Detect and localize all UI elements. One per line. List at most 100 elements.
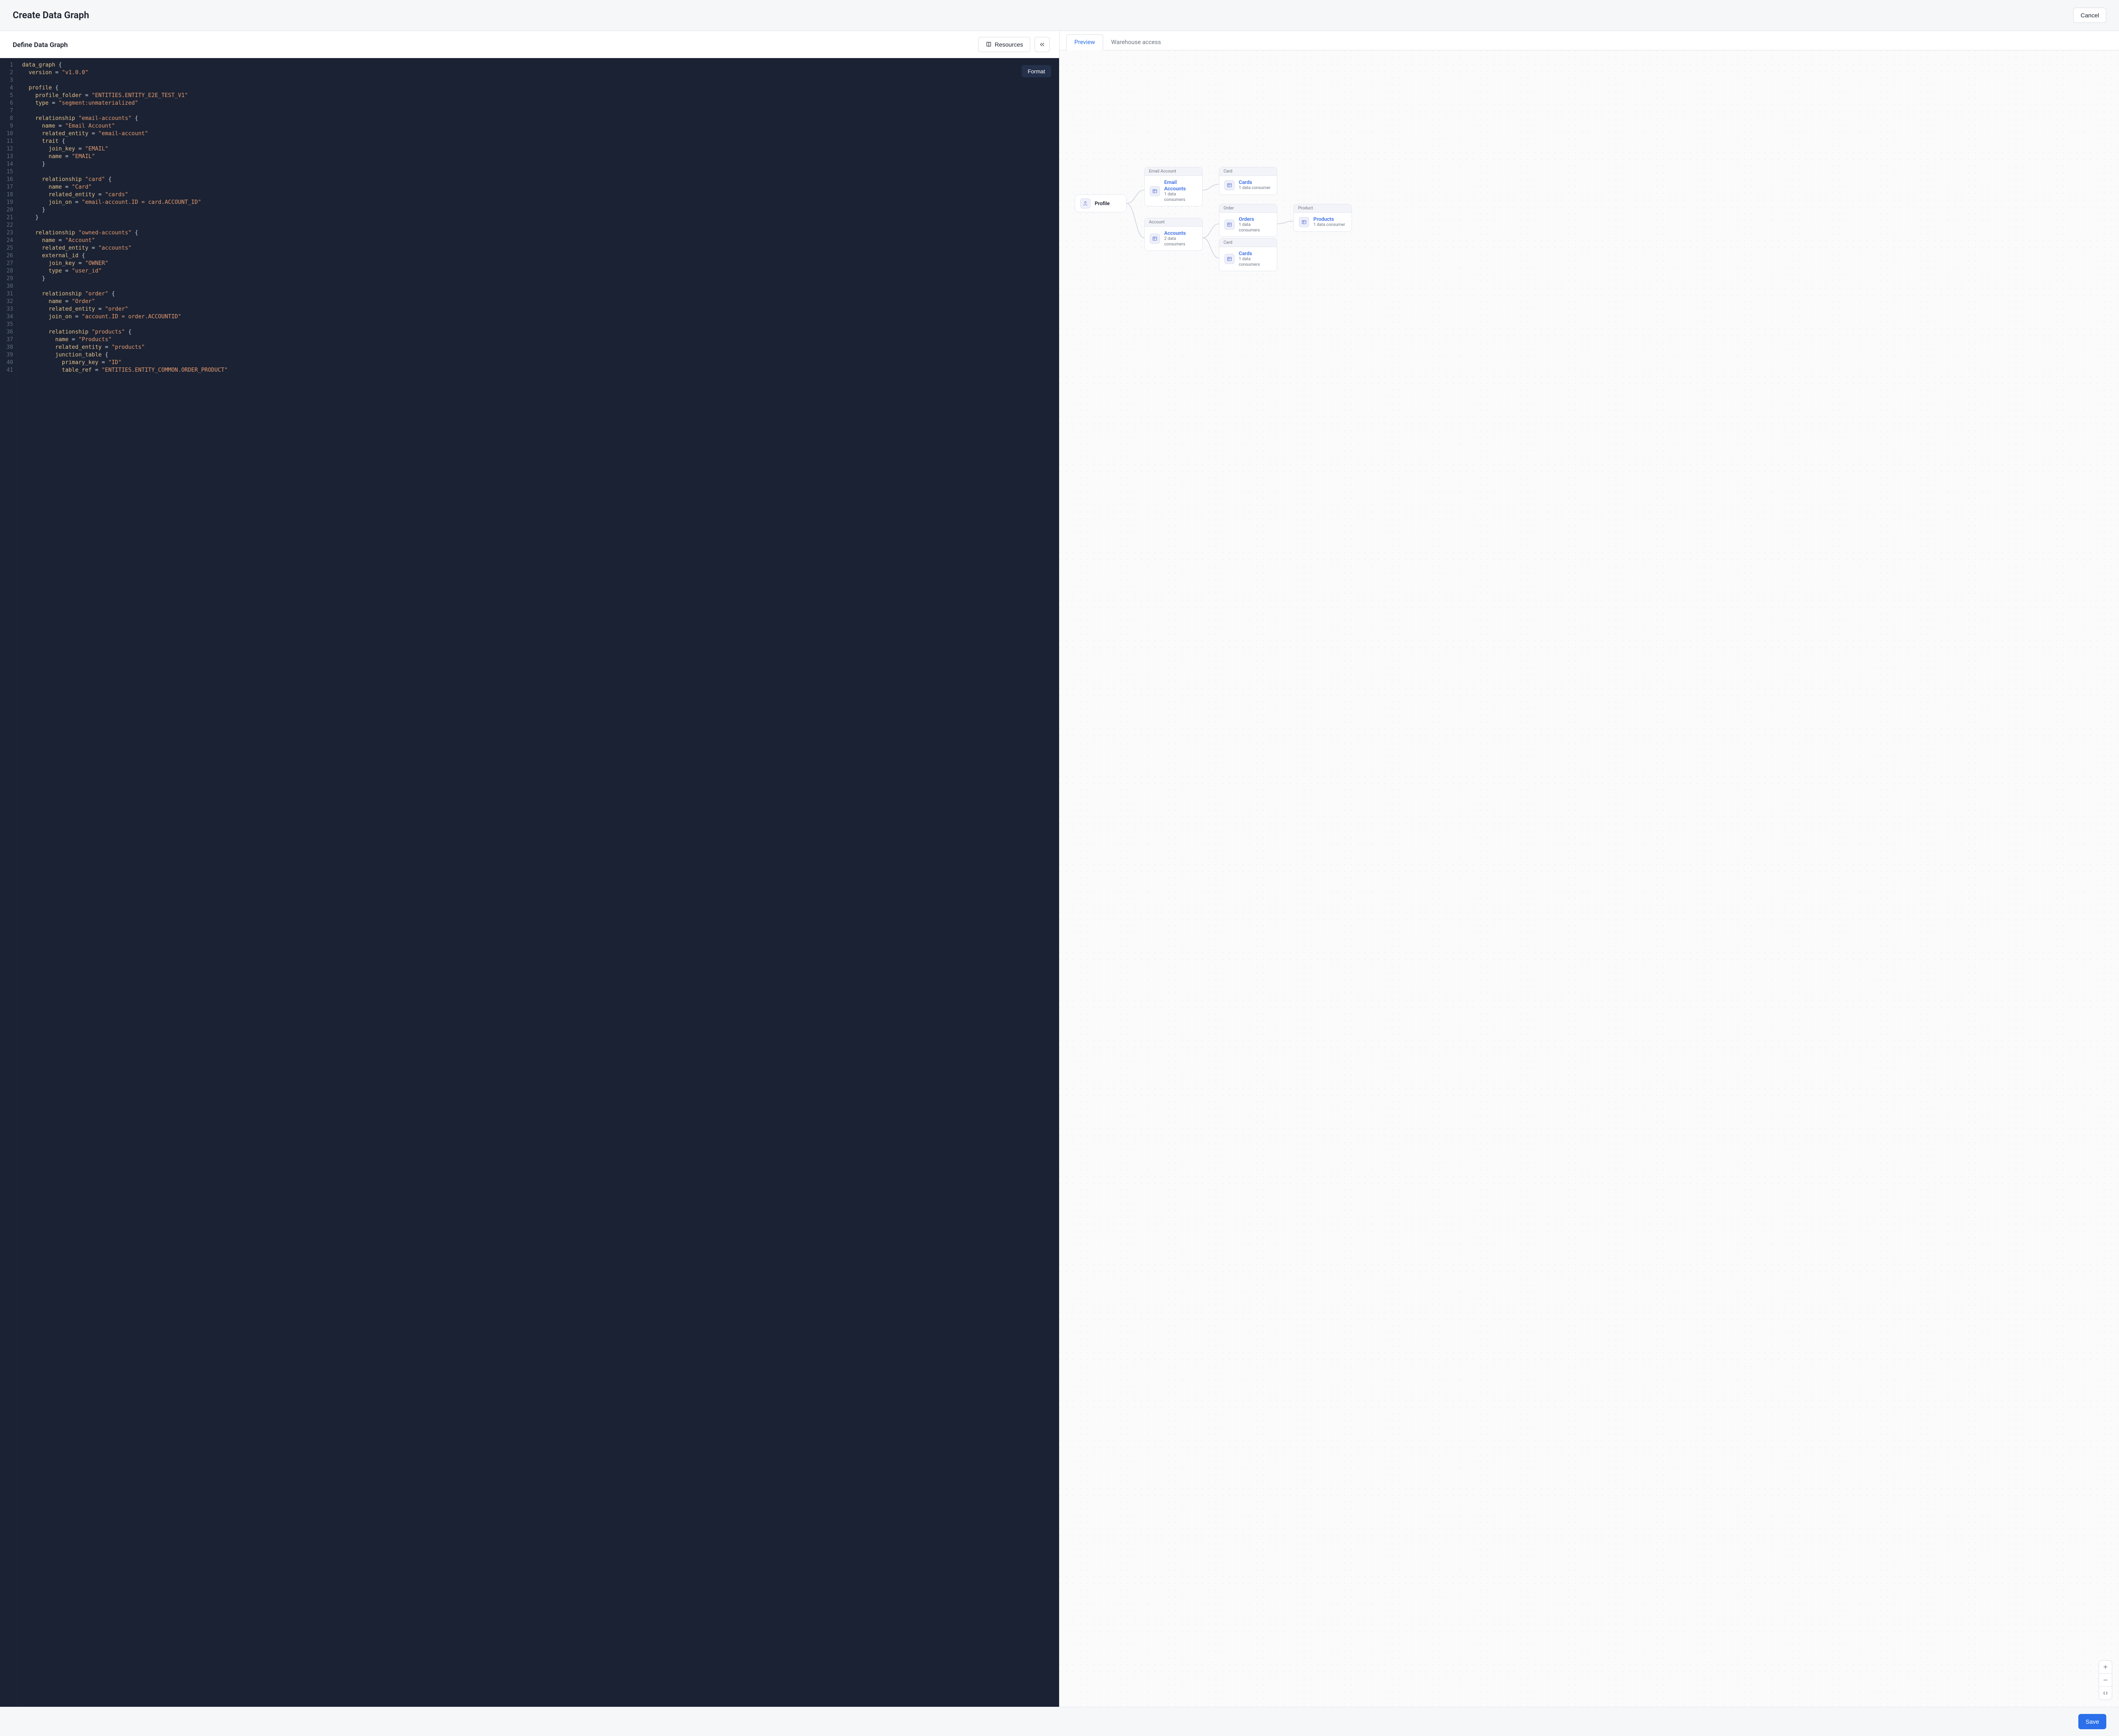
code-line[interactable]: [22, 222, 1054, 229]
line-number: 25: [0, 245, 13, 252]
cancel-button-label: Cancel: [2080, 12, 2099, 19]
format-button[interactable]: Format: [1021, 65, 1051, 78]
code-line[interactable]: }: [22, 206, 1054, 214]
code-line[interactable]: relationship "products" {: [22, 328, 1054, 336]
code-line[interactable]: }: [22, 161, 1054, 168]
code-line[interactable]: [22, 168, 1054, 176]
cancel-button[interactable]: Cancel: [2073, 8, 2106, 23]
graph-node-name: Cards: [1239, 179, 1271, 186]
line-number: 17: [0, 184, 13, 191]
code-line[interactable]: [22, 77, 1054, 84]
zoom-fit-button[interactable]: [2099, 1687, 2112, 1700]
line-number: 28: [0, 267, 13, 275]
graph-node-emailacc[interactable]: Email AccountEmail Accounts1 data consum…: [1144, 167, 1203, 206]
code-line[interactable]: name = "Products": [22, 336, 1054, 344]
code-line[interactable]: external_id {: [22, 252, 1054, 260]
line-number: 32: [0, 298, 13, 306]
line-number: 12: [0, 145, 13, 153]
code-line[interactable]: join_on = "account.ID = order.ACCOUNTID": [22, 313, 1054, 321]
graph-canvas[interactable]: Profile Email AccountEmail Accounts1 data…: [1060, 50, 2119, 1707]
code-line[interactable]: [22, 321, 1054, 328]
code-line[interactable]: table_ref = "ENTITIES.ENTITY_COMMON.ORDE…: [22, 367, 1054, 374]
code-line[interactable]: }: [22, 275, 1054, 283]
line-number: 13: [0, 153, 13, 161]
tab-warehouse[interactable]: Warehouse access: [1103, 34, 1169, 50]
code-line[interactable]: profile {: [22, 84, 1054, 92]
table-icon: [1224, 254, 1235, 264]
code-line[interactable]: junction_table {: [22, 351, 1054, 359]
graph-node-meta: 1 data consumer: [1239, 186, 1271, 191]
code-line[interactable]: relationship "card" {: [22, 176, 1054, 184]
book-icon: [985, 41, 992, 48]
format-button-label: Format: [1028, 68, 1045, 75]
line-number: 3: [0, 77, 13, 84]
line-number: 23: [0, 229, 13, 237]
code-line[interactable]: [22, 107, 1054, 115]
shrink-icon: [2102, 1690, 2108, 1696]
line-number: 35: [0, 321, 13, 328]
resources-button[interactable]: Resources: [978, 37, 1030, 52]
graph-node-meta: 1 data consumers: [1239, 223, 1272, 233]
code-line[interactable]: profile_folder = "ENTITIES.ENTITY_E2E_TE…: [22, 92, 1054, 100]
code-line[interactable]: relationship "order" {: [22, 290, 1054, 298]
code-line[interactable]: primary_key = "ID": [22, 359, 1054, 367]
line-number: 1: [0, 61, 13, 69]
line-number: 39: [0, 351, 13, 359]
code-line[interactable]: type = "segment:unmaterialized": [22, 100, 1054, 107]
code-area[interactable]: data_graph { version = "v1.0.0" profile …: [17, 58, 1059, 1707]
code-line[interactable]: relationship "owned-accounts" {: [22, 229, 1054, 237]
line-number: 30: [0, 283, 13, 290]
code-line[interactable]: related_entity = "products": [22, 344, 1054, 351]
code-line[interactable]: join_on = "email-account.ID = card.ACCOU…: [22, 199, 1054, 206]
graph-node-name: Cards: [1239, 250, 1272, 257]
graph-node-name: Orders: [1239, 216, 1272, 223]
code-line[interactable]: name = "EMAIL": [22, 153, 1054, 161]
line-number: 5: [0, 92, 13, 100]
code-gutter: 1234567891011121314151617181920212223242…: [0, 58, 17, 1707]
code-line[interactable]: name = "Account": [22, 237, 1054, 245]
code-line[interactable]: trait {: [22, 138, 1054, 145]
code-line[interactable]: related_entity = "order": [22, 306, 1054, 313]
graph-node-name: Accounts: [1164, 230, 1197, 236]
zoom-out-button[interactable]: [2099, 1674, 2112, 1687]
graph-node-account[interactable]: AccountAccounts2 data consumers: [1144, 218, 1203, 251]
code-line[interactable]: related_entity = "email-account": [22, 130, 1054, 138]
code-line[interactable]: [22, 283, 1054, 290]
tab-preview[interactable]: Preview: [1066, 34, 1103, 50]
code-line[interactable]: related_entity = "cards": [22, 191, 1054, 199]
minus-icon: [2102, 1677, 2108, 1683]
line-number: 19: [0, 199, 13, 206]
line-number: 38: [0, 344, 13, 351]
save-button[interactable]: Save: [2078, 1714, 2106, 1729]
code-line[interactable]: name = "Card": [22, 184, 1054, 191]
graph-node-product[interactable]: ProductProducts1 data consumer: [1293, 204, 1352, 232]
collapse-button[interactable]: [1034, 37, 1050, 52]
code-line[interactable]: type = "user_id": [22, 267, 1054, 275]
line-number: 2: [0, 69, 13, 77]
line-number: 8: [0, 115, 13, 122]
graph-node-card2[interactable]: CardCards1 data consumers: [1219, 238, 1277, 271]
code-line[interactable]: join_key = "EMAIL": [22, 145, 1054, 153]
graph-node-card1[interactable]: CardCards1 data consumer: [1219, 167, 1277, 195]
code-editor[interactable]: 1234567891011121314151617181920212223242…: [0, 58, 1059, 1707]
line-number: 15: [0, 168, 13, 176]
line-number: 7: [0, 107, 13, 115]
code-line[interactable]: relationship "email-accounts" {: [22, 115, 1054, 122]
code-line[interactable]: name = "Order": [22, 298, 1054, 306]
line-number: 22: [0, 222, 13, 229]
code-line[interactable]: name = "Email Account": [22, 122, 1054, 130]
graph-node-name: Profile: [1095, 200, 1110, 207]
zoom-in-button[interactable]: [2099, 1661, 2112, 1674]
graph-node-order[interactable]: Order Orders1 data consumers: [1219, 204, 1277, 237]
graph-node-header: Order: [1219, 204, 1277, 213]
code-line[interactable]: data_graph {: [22, 61, 1054, 69]
code-line[interactable]: related_entity = "accounts": [22, 245, 1054, 252]
line-number: 10: [0, 130, 13, 138]
graph-node-meta: 2 data consumers: [1164, 236, 1197, 247]
line-number: 24: [0, 237, 13, 245]
graph-node-profile[interactable]: Profile: [1075, 195, 1126, 212]
code-line[interactable]: }: [22, 214, 1054, 222]
line-number: 4: [0, 84, 13, 92]
code-line[interactable]: version = "v1.0.0": [22, 69, 1054, 77]
code-line[interactable]: join_key = "OWNER": [22, 260, 1054, 267]
